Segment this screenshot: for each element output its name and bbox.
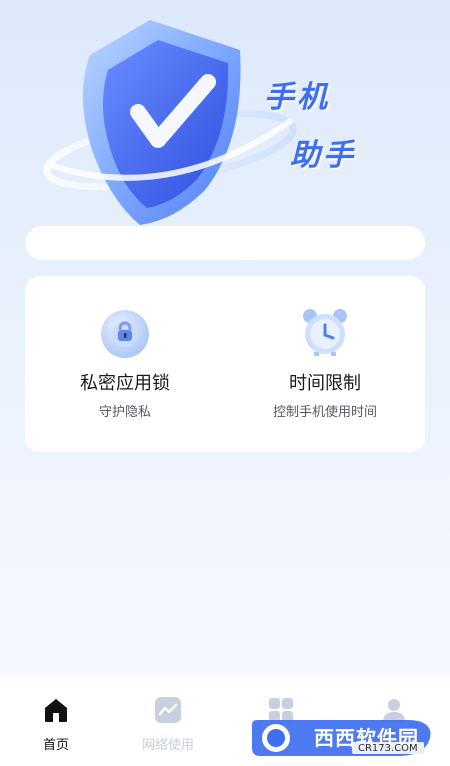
feature-title: 时间限制 (289, 373, 361, 394)
watermark-url: CR173.COM (358, 743, 418, 754)
hero-title-line2: 助手 (290, 138, 356, 173)
hero-title-line1: 手机 (264, 80, 330, 115)
feature-card: 私密应用锁 守护隐私 时间限制 控制手机使用时间 (25, 276, 425, 452)
feature-subtitle: 守护隐私 (98, 405, 151, 420)
home-icon (45, 699, 67, 722)
chart-icon (155, 697, 181, 723)
search-input[interactable] (25, 226, 425, 260)
feature-subtitle: 控制手机使用时间 (272, 405, 377, 420)
time-limit-feature[interactable]: 时间限制 控制手机使用时间 (225, 276, 425, 452)
alarm-clock-icon (303, 309, 347, 356)
tab-label: 首页 (42, 738, 69, 753)
watermark: 西西软件园 CR173.COM (248, 718, 434, 758)
tab-home[interactable]: 首页 (0, 676, 112, 766)
shield-check-icon (43, 20, 297, 225)
lock-icon (101, 310, 149, 358)
app-lock-feature[interactable]: 私密应用锁 守护隐私 (25, 276, 225, 452)
tab-label: 网络使用 (141, 738, 194, 753)
hero-banner: 手机 助手 (0, 0, 450, 240)
tab-network-usage[interactable]: 网络使用 (112, 676, 224, 766)
feature-title: 私密应用锁 (80, 373, 170, 394)
